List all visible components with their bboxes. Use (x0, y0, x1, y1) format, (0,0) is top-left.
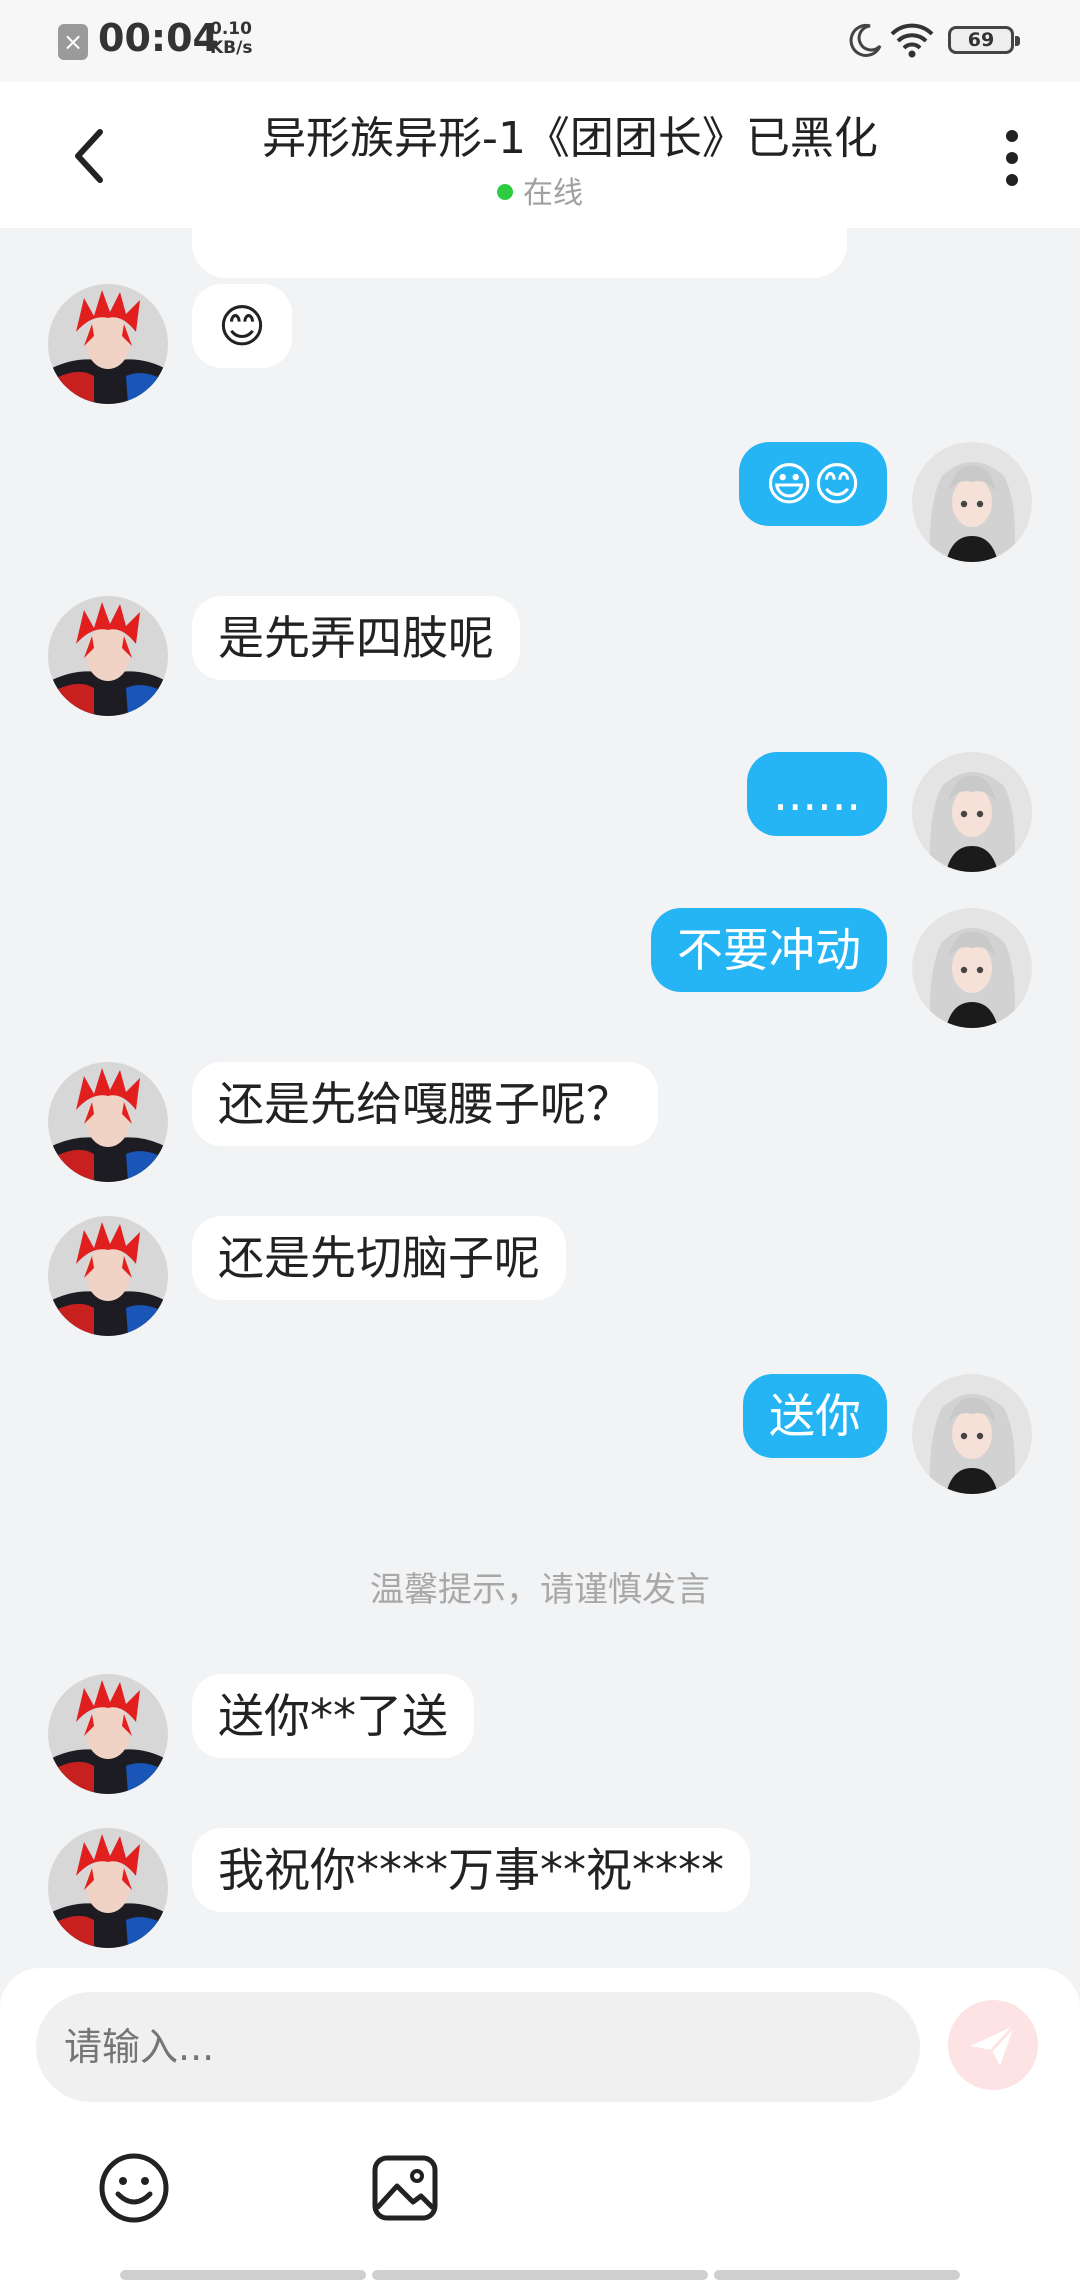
nav-indicator (714, 2270, 960, 2280)
message-bubble[interactable]: 送你 (743, 1374, 887, 1458)
battery-indicator: 69 (948, 26, 1020, 54)
message-bubble[interactable]: 😃😊 (739, 442, 887, 526)
status-bar: × 00:04 0.10 KB/s 69 (0, 0, 1080, 82)
emoji-icon[interactable] (94, 2148, 174, 2228)
network-speed: 0.10 KB/s (210, 20, 252, 58)
send-icon (970, 2024, 1016, 2066)
message-bubble[interactable]: 还是先给嘎腰子呢？ (192, 1062, 658, 1146)
message-bubble[interactable]: 我祝你****万事**祝**** (192, 1828, 750, 1912)
image-icon[interactable] (365, 2148, 445, 2228)
avatar[interactable] (912, 1374, 1032, 1494)
avatar[interactable] (48, 284, 168, 404)
avatar[interactable] (912, 752, 1032, 872)
message-bubble[interactable]: ...... (747, 752, 887, 836)
partial-message-bubble (192, 228, 847, 278)
avatar[interactable] (48, 596, 168, 716)
message-list[interactable]: 😊 😃😊 是先弄四肢呢 ...... 不要冲动 还是先给嘎腰子呢？ 还是先切脑子… (0, 228, 1080, 1968)
nav-indicator (372, 2270, 708, 2280)
composer (0, 1968, 1080, 2280)
moon-icon (849, 23, 882, 57)
avatar[interactable] (48, 1828, 168, 1948)
network-speed-value: 0.10 (210, 19, 252, 39)
online-status-label: 在线 (523, 176, 583, 211)
message-bubble[interactable]: 不要冲动 (651, 908, 887, 992)
more-vertical-icon[interactable] (1002, 128, 1022, 188)
message-bubble[interactable]: 😊 (192, 284, 292, 368)
message-bubble[interactable]: 还是先切脑子呢 (192, 1216, 566, 1300)
send-button[interactable] (948, 2000, 1038, 2090)
message-bubble[interactable]: 是先弄四肢呢 (192, 596, 520, 680)
wifi-icon (890, 23, 934, 58)
chat-title: 异形族异形-1《团团长》已黑化 (262, 113, 878, 164)
chat-header: 异形族异形-1《团团长》已黑化 在线 (0, 82, 1080, 228)
status-time: 00:04 (98, 16, 219, 60)
avatar[interactable] (48, 1674, 168, 1794)
message-input[interactable] (36, 1992, 920, 2102)
system-notice: 温馨提示，请谨慎发言 (370, 1570, 710, 1610)
avatar[interactable] (912, 908, 1032, 1028)
message-bubble[interactable]: 送你**了送 (192, 1674, 474, 1758)
online-status: 在线 (0, 168, 1080, 212)
notification-icon: × (58, 24, 88, 60)
avatar[interactable] (48, 1216, 168, 1336)
nav-indicator (120, 2270, 366, 2280)
online-dot (497, 183, 513, 200)
avatar[interactable] (48, 1062, 168, 1182)
network-speed-unit: KB/s (210, 38, 253, 58)
avatar[interactable] (912, 442, 1032, 562)
